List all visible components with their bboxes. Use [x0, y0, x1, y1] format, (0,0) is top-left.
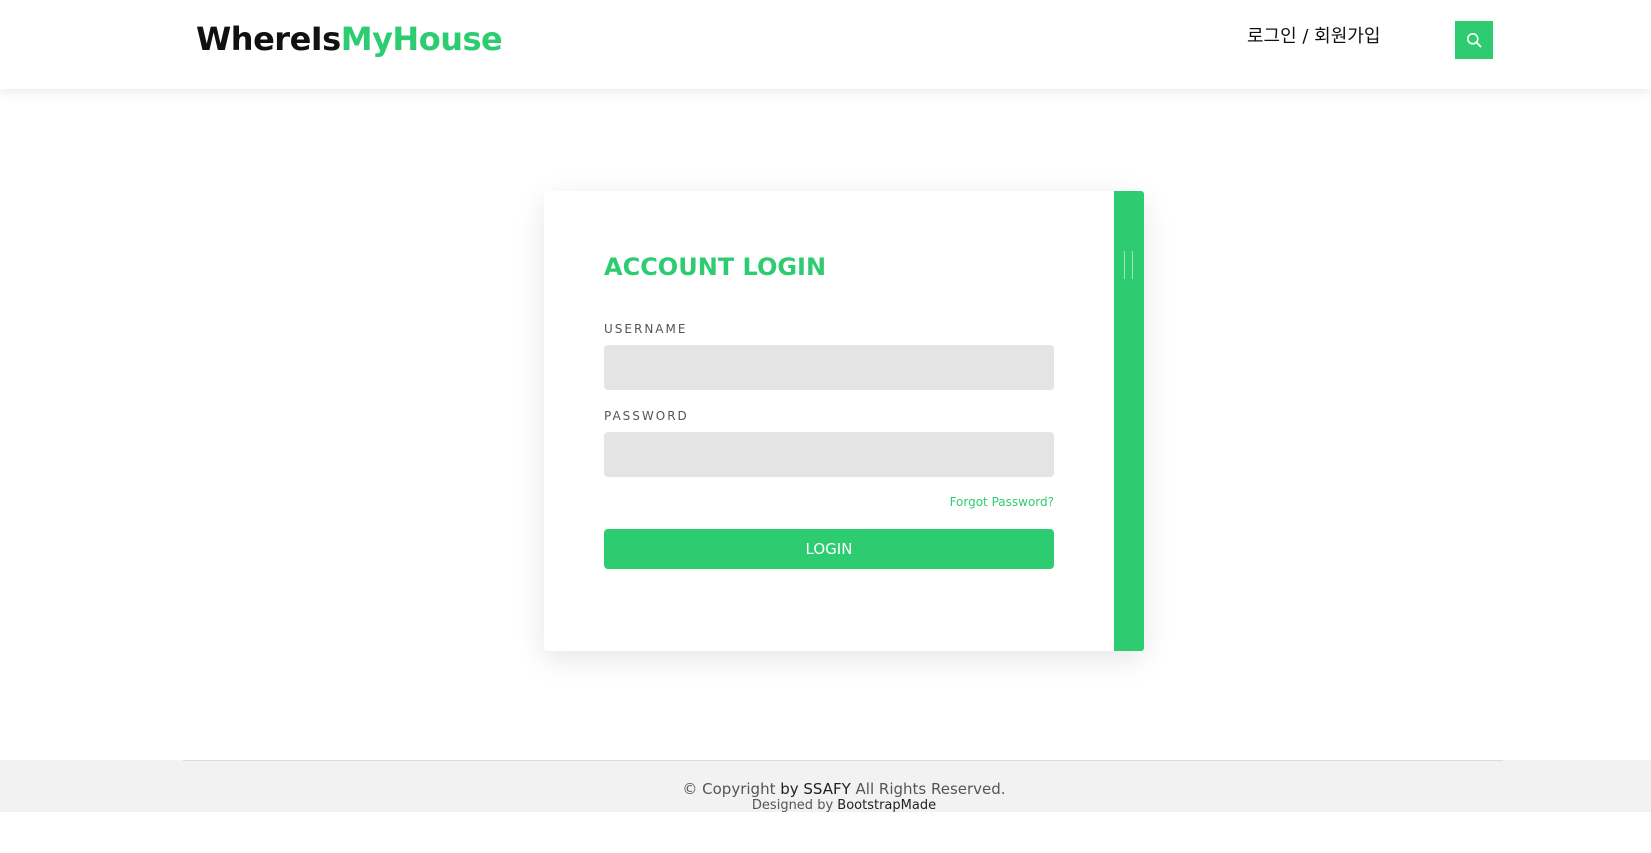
username-field[interactable]: [604, 345, 1054, 390]
strip-handle-icon[interactable]: [1124, 251, 1133, 279]
login-button[interactable]: LOGIN: [604, 529, 1054, 569]
designed-prefix: Designed by: [751, 798, 838, 813]
logo-text-primary: WhereIs: [196, 20, 341, 58]
copyright-prefix: © Copyright: [682, 780, 781, 798]
footer-divider: [183, 760, 1503, 761]
login-card: ACCOUNT LOGIN USERNAME PASSWORD Forgot P…: [544, 191, 1144, 651]
copyright-text: © Copyright by SSAFY All Rights Reserved…: [0, 780, 1651, 798]
login-signup-link[interactable]: 로그인 / 회원가입: [1247, 22, 1380, 48]
logo-text-accent: MyHouse: [340, 20, 503, 58]
site-footer: © Copyright by SSAFY All Rights Reserved…: [0, 760, 1651, 813]
username-label: USERNAME: [604, 322, 688, 336]
forgot-password-link[interactable]: Forgot Password?: [950, 495, 1054, 509]
card-side-strip: [1114, 191, 1144, 651]
search-button[interactable]: [1455, 21, 1493, 59]
login-title: ACCOUNT LOGIN: [604, 253, 827, 281]
copyright-brand: by SSAFY: [780, 780, 851, 798]
site-header: WhereIsMyHouse 로그인 / 회원가입: [0, 0, 1651, 89]
password-field[interactable]: [604, 432, 1054, 477]
copyright-suffix: All Rights Reserved.: [850, 780, 1006, 798]
site-logo[interactable]: WhereIsMyHouse: [196, 20, 503, 58]
designer-link[interactable]: BootstrapMade: [837, 798, 936, 813]
password-label: PASSWORD: [604, 409, 689, 423]
search-icon: [1467, 33, 1482, 48]
designed-by-text: Designed by BootstrapMade: [0, 798, 1651, 813]
